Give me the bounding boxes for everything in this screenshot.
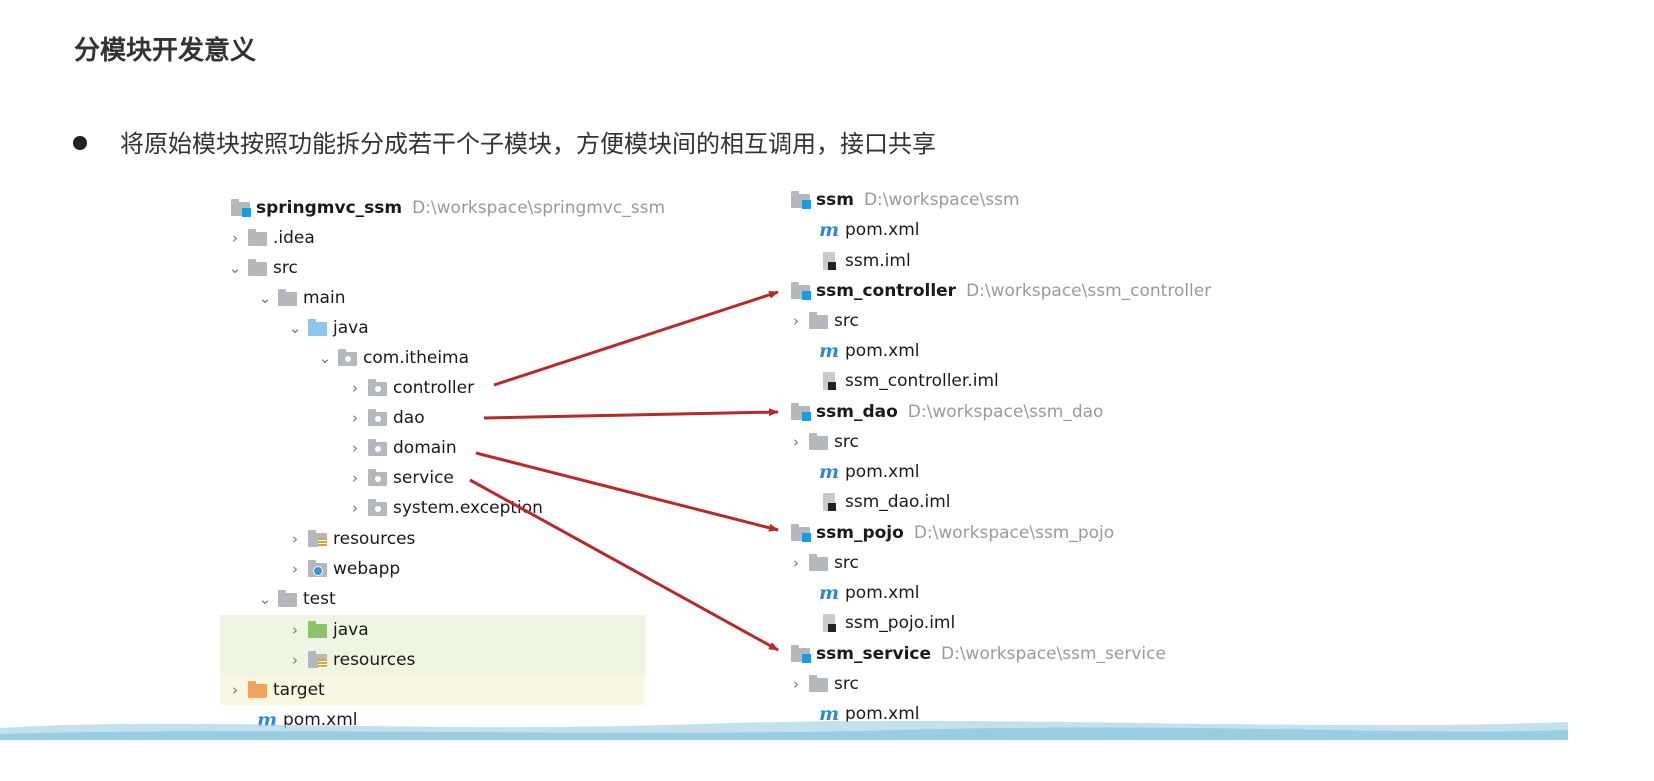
arrow-service xyxy=(469,478,779,652)
mapping-arrows xyxy=(469,290,779,652)
footer-wave-decoration xyxy=(0,720,1568,740)
arrow-domain xyxy=(475,451,779,532)
arrow-controller xyxy=(493,290,779,387)
arrow-dao xyxy=(483,408,779,420)
